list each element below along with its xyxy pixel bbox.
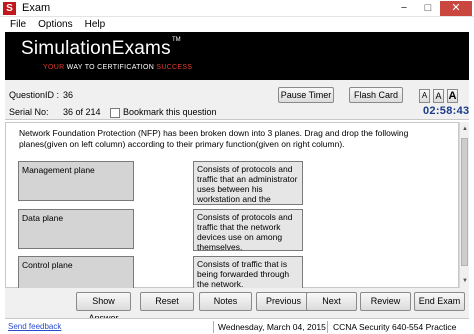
bookmark-label: Bookmark this question (123, 107, 217, 117)
end-exam-button[interactable]: End Exam (414, 292, 465, 311)
status-date: Wednesday, March 04, 2015 (218, 322, 326, 332)
window-title: Exam (22, 2, 51, 14)
status-product: CCNA Security 640-554 Practice Tests (333, 322, 457, 334)
menu-file[interactable]: File (10, 17, 26, 32)
font-medium-button[interactable]: A (433, 89, 444, 103)
drag-item-management-plane[interactable]: Management plane (18, 161, 134, 201)
tagline-to-certification: TO CERTIFICATION (84, 64, 157, 71)
scroll-down-icon[interactable]: ▼ (460, 276, 470, 286)
close-icon[interactable]: ✕ (440, 1, 472, 16)
tagline-your: YOUR (43, 64, 67, 71)
drag-item-control-plane[interactable]: Control plane (18, 256, 134, 288)
status-separator-1 (213, 321, 214, 333)
banner: SimulationExams TM YOUR WAY TO CERTIFICA… (5, 32, 469, 80)
tagline: YOUR WAY TO CERTIFICATION SUCCESS (43, 64, 192, 71)
question-scrollbar[interactable]: ▲ ▼ (459, 122, 469, 288)
pause-timer-button[interactable]: Pause Timer (278, 87, 334, 103)
tagline-way: WAY (66, 64, 85, 71)
scroll-thumb[interactable] (461, 138, 468, 266)
reset-button[interactable]: Reset (140, 292, 194, 311)
question-info-panel: QuestionID : 36 Serial No: 36 of 214 Boo… (5, 80, 469, 120)
window-controls: − □ ✕ (392, 1, 472, 16)
send-feedback-link[interactable]: Send feedback (8, 322, 61, 331)
tagline-success: SUCCESS (156, 64, 193, 71)
question-text: Network Foundation Protection (NFP) has … (19, 128, 409, 149)
review-button[interactable]: Review (360, 292, 411, 311)
question-panel: Network Foundation Protection (NFP) has … (5, 122, 459, 288)
serial-value: 36 of 214 (63, 107, 101, 117)
minimize-icon[interactable]: − (392, 1, 416, 16)
title-bar: S Exam − □ ✕ (0, 0, 474, 17)
question-id-label: QuestionID : (9, 90, 60, 100)
font-large-button[interactable]: A (447, 89, 458, 103)
navigation-bar: Show Answer Reset Notes Previous Next Re… (5, 288, 469, 323)
maximize-icon[interactable]: □ (416, 1, 440, 16)
menu-help[interactable]: Help (85, 17, 106, 32)
notes-button[interactable]: Notes (199, 292, 252, 311)
show-answer-button[interactable]: Show Answer (76, 292, 131, 323)
exam-timer: 02:58:43 (423, 105, 470, 117)
bookmark-checkbox[interactable] (110, 108, 120, 118)
previous-button[interactable]: Previous (256, 292, 311, 311)
menu-options[interactable]: Options (38, 17, 72, 32)
status-separator-2 (327, 321, 328, 333)
function-box-2[interactable]: Consists of protocols and traffic that t… (193, 209, 303, 251)
scroll-up-icon[interactable]: ▲ (460, 124, 470, 134)
drag-item-data-plane[interactable]: Data plane (18, 209, 134, 249)
trademark-mark: TM (172, 37, 181, 43)
flash-card-button[interactable]: Flash Card (349, 87, 403, 103)
serial-label: Serial No: (9, 107, 49, 117)
function-box-3[interactable]: Consists of traffic that is being forwar… (193, 256, 303, 288)
menu-bar: File Options Help (0, 17, 474, 32)
brand-logo: SimulationExams (21, 38, 171, 59)
next-button[interactable]: Next (306, 292, 357, 311)
status-bar: Send feedback Wednesday, March 04, 2015 … (5, 318, 469, 334)
app-icon: S (3, 2, 16, 15)
function-box-1[interactable]: Consists of protocols and traffic that a… (193, 161, 303, 205)
font-small-button[interactable]: A (419, 89, 430, 103)
question-id-value: 36 (63, 90, 74, 100)
